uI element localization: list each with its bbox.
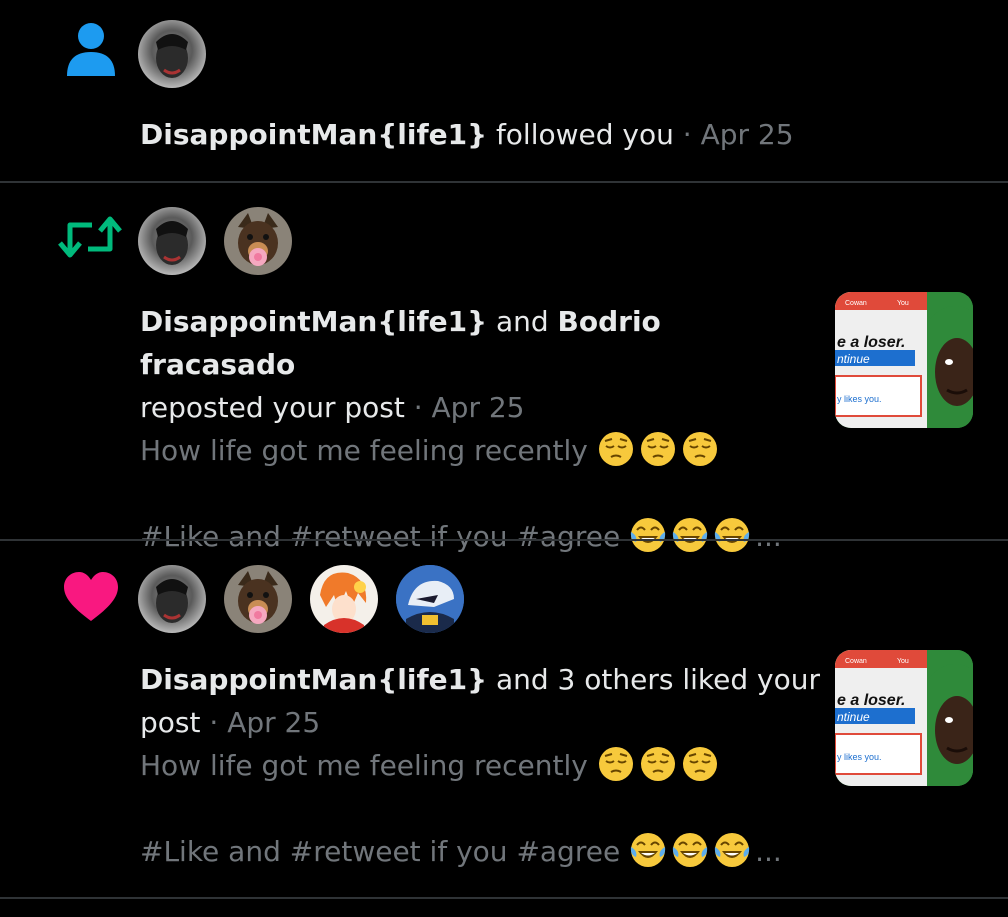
thumb-loser: e a loser. xyxy=(837,692,906,709)
pensive-emoji-icon xyxy=(681,431,718,467)
avatar-bodrio[interactable] xyxy=(224,207,292,275)
person-icon xyxy=(62,20,122,80)
notification-text: DisappointMan{life1} and 3 others liked … xyxy=(140,658,820,873)
post-thumbnail[interactable]: Cowan You e a loser. ntinue y likes you. xyxy=(835,650,973,786)
repost-icon xyxy=(58,213,122,273)
divider xyxy=(0,897,1008,899)
timestamp: Apr 25 xyxy=(227,706,321,739)
post-preview-hashtags: #Like and #retweet if you #agree ... xyxy=(140,830,820,873)
notification-follow[interactable]: DisappointMan{life1} followed you · Apr … xyxy=(0,0,1008,182)
timestamp: Apr 25 xyxy=(431,391,525,424)
avatar-disappointman[interactable] xyxy=(138,207,206,275)
joy-emoji-icon xyxy=(671,832,709,868)
avatar-disappointman[interactable] xyxy=(138,20,206,88)
post-preview: How life got me feeling recently xyxy=(140,429,820,472)
notification-like[interactable]: DisappointMan{life1} and 3 others liked … xyxy=(0,541,1008,897)
joy-emoji-icon xyxy=(629,832,667,868)
actor-name[interactable]: DisappointMan{life1} xyxy=(140,305,487,338)
notification-text: DisappointMan{life1} followed you · Apr … xyxy=(140,118,794,151)
notification-repost[interactable]: DisappointMan{life1} and Bodrio fracasad… xyxy=(0,183,1008,553)
thumb-likes: y likes you. xyxy=(837,394,882,404)
notification-text: DisappointMan{life1} and Bodrio fracasad… xyxy=(140,300,820,558)
pensive-emoji-icon xyxy=(597,746,634,782)
pensive-emoji-icon xyxy=(681,746,718,782)
post-thumbnail[interactable]: Cowan You e a loser. ntinue y likes you. xyxy=(835,292,973,428)
actor-name[interactable]: DisappointMan{life1} xyxy=(140,118,487,151)
thumb-you: You xyxy=(897,658,909,665)
thumb-you: You xyxy=(897,300,909,307)
pensive-emoji-icon xyxy=(597,431,634,467)
avatar-anime[interactable] xyxy=(310,565,378,633)
pensive-emoji-icon xyxy=(639,746,676,782)
thumb-continue: ntinue xyxy=(837,710,870,724)
thumb-loser: e a loser. xyxy=(837,334,906,351)
avatar-bodrio[interactable] xyxy=(224,565,292,633)
thumb-continue: ntinue xyxy=(837,352,870,366)
thumb-likes: y likes you. xyxy=(837,752,882,762)
thumb-cowan: Cowan xyxy=(845,300,867,307)
post-preview: How life got me feeling recently xyxy=(140,744,820,787)
avatar-disappointman[interactable] xyxy=(138,565,206,633)
heart-icon xyxy=(62,571,122,631)
joy-emoji-icon xyxy=(713,832,751,868)
pensive-emoji-icon xyxy=(639,431,676,467)
actor-name[interactable]: DisappointMan{life1} xyxy=(140,663,487,696)
thumb-cowan: Cowan xyxy=(845,658,867,665)
avatar-robot[interactable] xyxy=(396,565,464,633)
timestamp: Apr 25 xyxy=(700,118,794,151)
